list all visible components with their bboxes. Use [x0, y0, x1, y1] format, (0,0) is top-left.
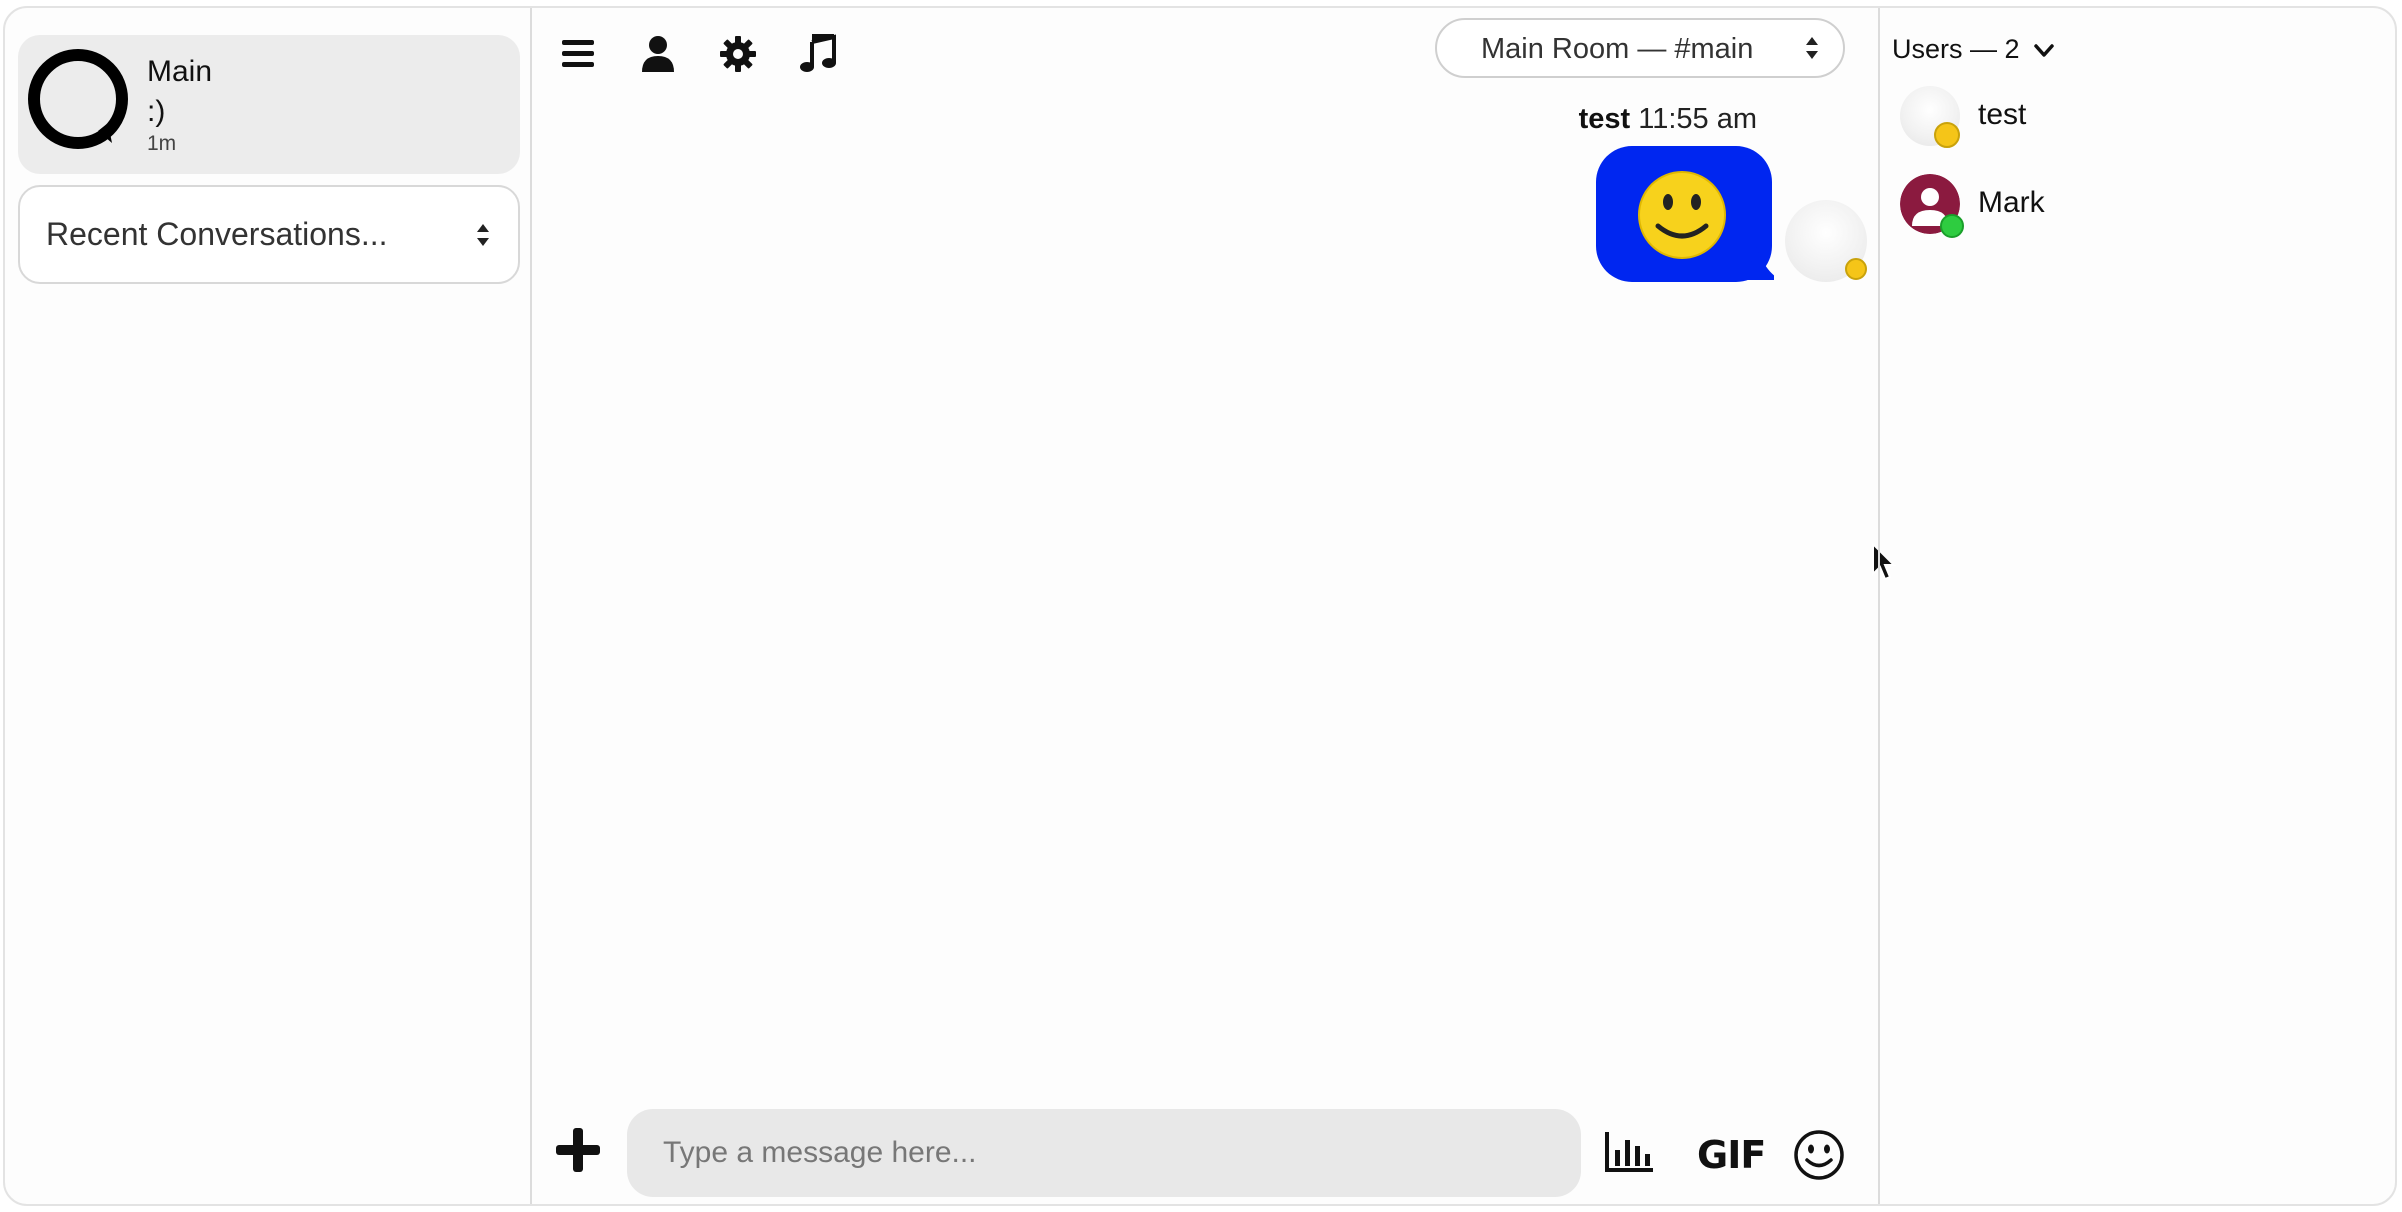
smiley-emoji-icon	[1638, 171, 1726, 259]
message-time: 11:55 am	[1638, 103, 1757, 135]
users-header-label: Users — 2	[1892, 34, 2020, 64]
select-arrows-icon	[1806, 37, 1818, 59]
chevron-down-icon	[2034, 44, 2054, 57]
conversation-title: Main	[147, 55, 213, 88]
chat-main: Main Room — #main test 11:55 am Type a m…	[532, 8, 1897, 1204]
user-name: Mark	[1978, 186, 2045, 219]
message-header: test 11:55 am	[1579, 103, 1757, 136]
user-item[interactable]: Mark	[1900, 174, 2380, 238]
select-arrows-icon	[477, 224, 489, 246]
room-select[interactable]: Main Room — #main	[1435, 18, 1845, 78]
room-select-label: Main Room — #main	[1481, 33, 1754, 65]
conversation-last-message: :)	[147, 95, 166, 128]
recent-conversations-select[interactable]: Recent Conversations...	[18, 185, 520, 284]
user-item[interactable]: test	[1900, 86, 2380, 150]
recent-conversations-label: Recent Conversations...	[46, 216, 388, 252]
conversations-sidebar: Main :) 1m Recent Conversations...	[5, 8, 532, 1204]
message-bubble[interactable]	[1596, 146, 1774, 282]
music-note-icon[interactable]	[798, 34, 838, 74]
plus-icon[interactable]	[554, 1126, 602, 1174]
users-header[interactable]: Users — 2	[1892, 34, 2055, 65]
message-input[interactable]	[627, 1109, 1581, 1197]
menu-icon[interactable]	[558, 34, 598, 74]
app-window: Main :) 1m Recent Conversations... Main …	[3, 6, 2397, 1206]
gear-icon[interactable]	[718, 34, 758, 74]
users-sidebar: Users — 2 test Mark	[1878, 8, 2395, 1204]
message-sender: test	[1578, 103, 1631, 135]
emoji-icon[interactable]	[1793, 1129, 1845, 1181]
user-icon[interactable]	[638, 34, 678, 74]
chat-bubble-icon	[28, 49, 128, 149]
away-status-icon	[1934, 122, 1960, 148]
away-status-icon	[1845, 258, 1867, 280]
conversation-item-main[interactable]: Main :) 1m	[18, 35, 520, 174]
conversation-time: 1m	[147, 132, 177, 155]
user-name: test	[1978, 98, 2027, 131]
poll-chart-icon[interactable]	[1603, 1130, 1655, 1174]
gif-button[interactable]: GIF	[1697, 1133, 1766, 1177]
online-status-icon	[1940, 214, 1964, 238]
